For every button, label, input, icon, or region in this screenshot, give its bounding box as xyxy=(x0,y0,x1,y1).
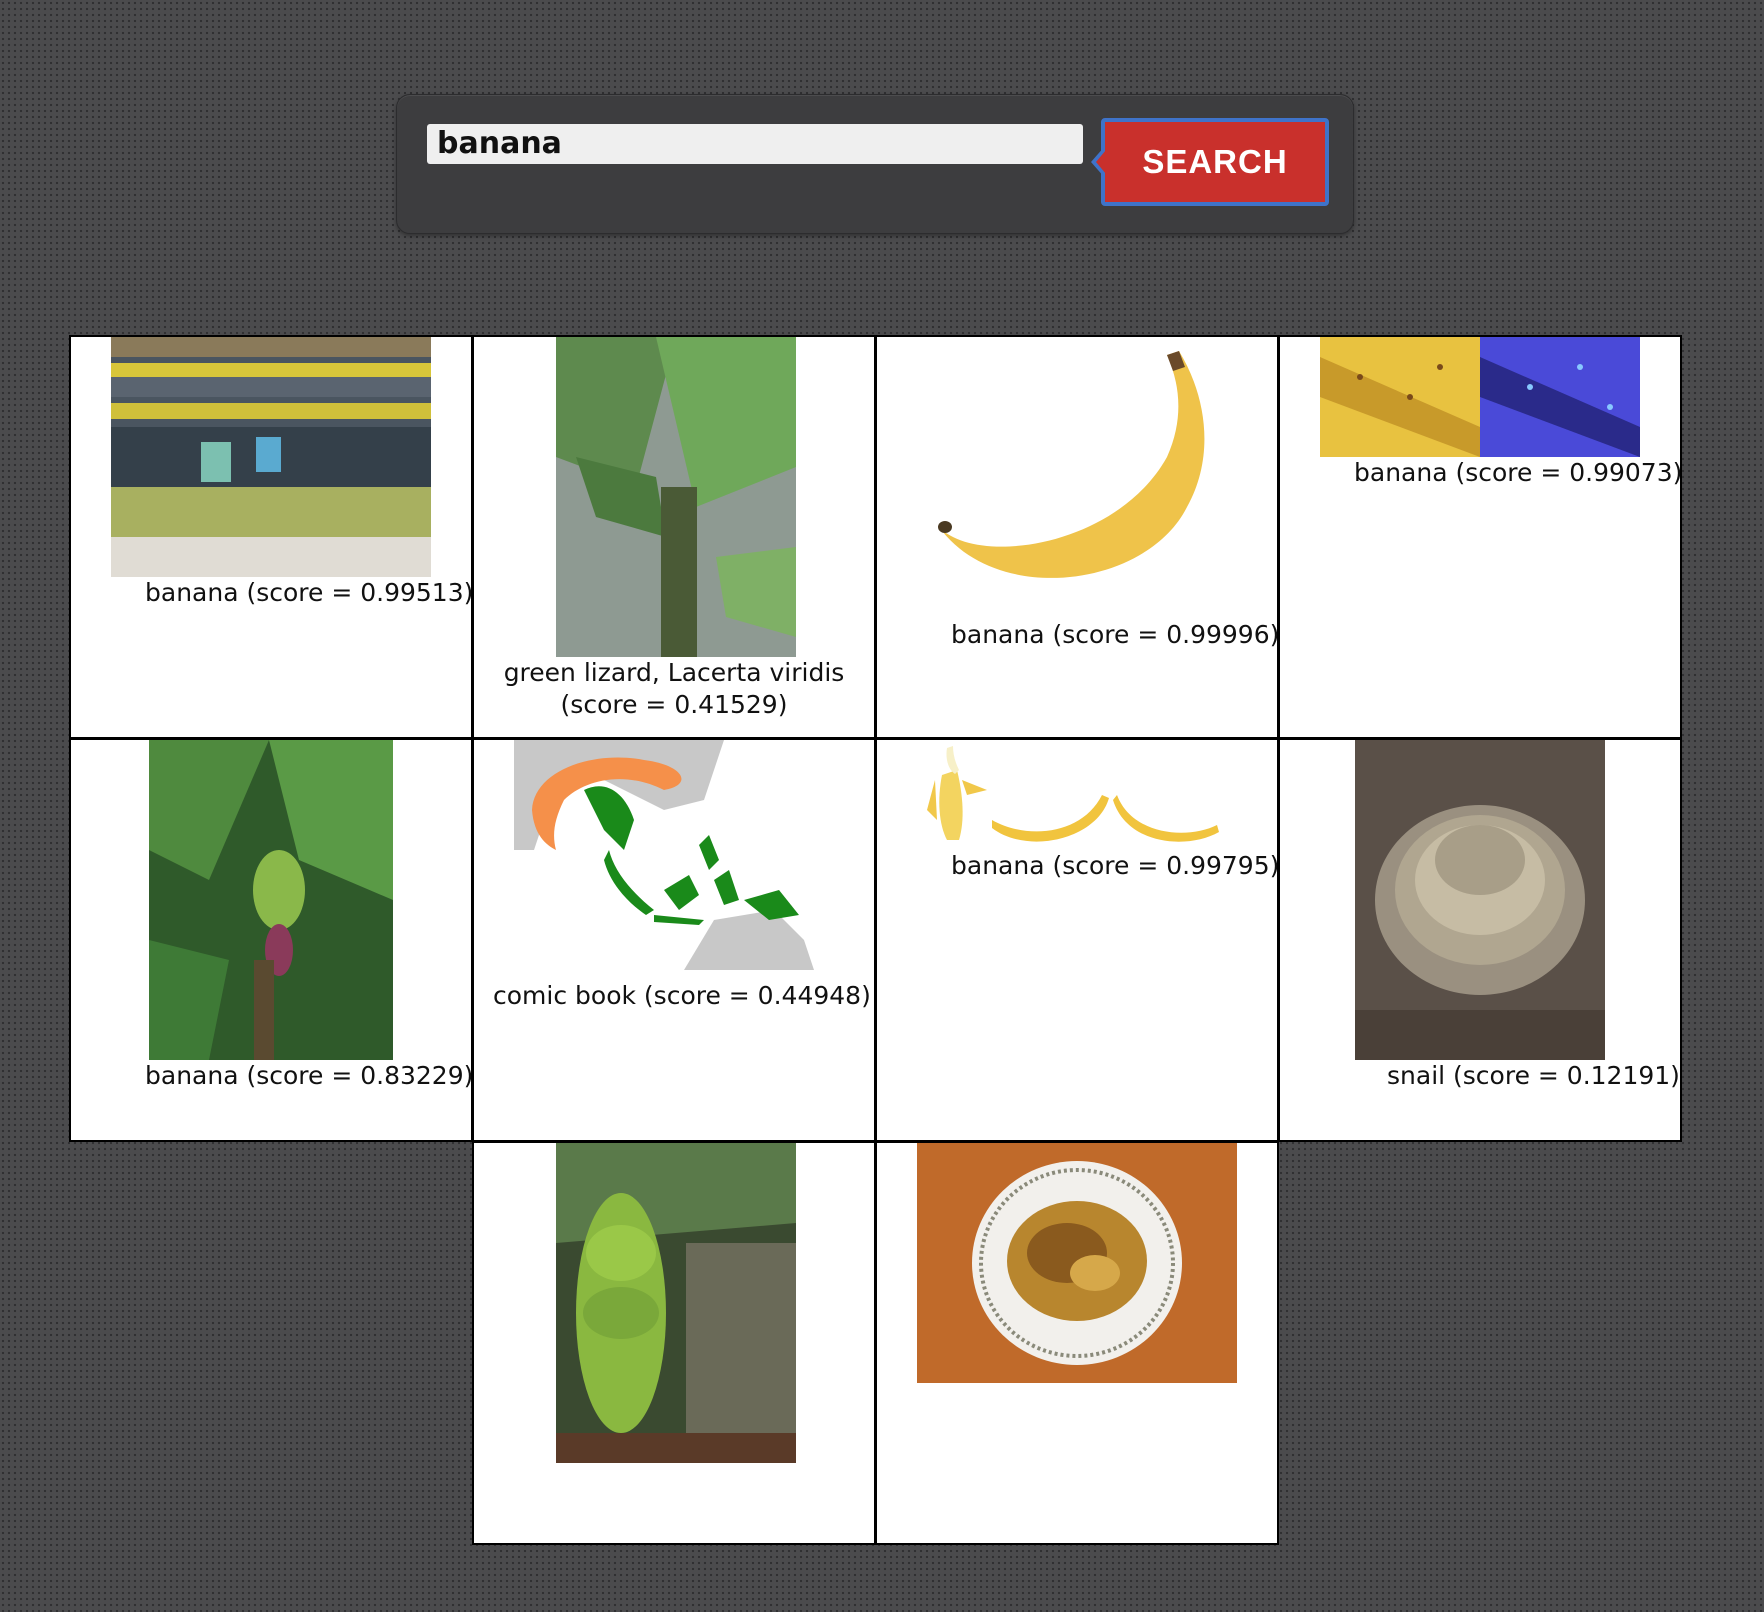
result-card[interactable]: banana (score = 0.99073) xyxy=(1278,335,1682,739)
result-card[interactable]: banana (score = 0.99795) xyxy=(875,738,1279,1142)
result-image-rock xyxy=(1355,740,1605,1060)
result-image-market-stall xyxy=(111,337,431,577)
result-card[interactable] xyxy=(472,1141,876,1545)
result-image-plate-of-food xyxy=(917,1143,1237,1383)
result-image-banana-uv xyxy=(1320,337,1640,457)
result-card[interactable]: snail (score = 0.12191) xyxy=(1278,738,1682,1142)
result-caption: banana (score = 0.83229) xyxy=(145,1061,473,1090)
search-input[interactable] xyxy=(427,124,1083,164)
result-card[interactable]: banana (score = 0.83229) xyxy=(69,738,473,1142)
result-caption-line2: (score = 0.41529) xyxy=(560,690,788,719)
result-card[interactable] xyxy=(875,1141,1279,1545)
result-image-banana-plant xyxy=(556,337,796,657)
result-card[interactable]: banana (score = 0.99996) xyxy=(875,335,1279,739)
result-caption: banana (score = 0.99996) xyxy=(951,620,1279,649)
result-card[interactable]: banana (score = 0.99513) xyxy=(69,335,473,739)
result-caption: banana (score = 0.99073) xyxy=(1354,458,1682,487)
result-card[interactable]: comic book (score = 0.44948) xyxy=(472,738,876,1142)
result-image-range-map xyxy=(514,740,834,970)
result-caption: banana (score = 0.99795) xyxy=(951,851,1279,880)
result-card[interactable]: green lizard, Lacerta viridis (score = 0… xyxy=(472,335,876,739)
result-image-banana-plantation xyxy=(556,1143,796,1463)
result-image-peeled-bananas xyxy=(917,740,1237,850)
result-caption-line1: green lizard, Lacerta viridis xyxy=(503,658,845,687)
result-image-banana-tree xyxy=(149,740,393,1060)
result-image-single-banana xyxy=(917,337,1237,617)
result-caption: snail (score = 0.12191) xyxy=(1387,1061,1680,1090)
search-button[interactable]: SEARCH xyxy=(1091,118,1329,206)
result-caption: banana (score = 0.99513) xyxy=(145,578,473,607)
result-caption: comic book (score = 0.44948) xyxy=(493,981,871,1010)
search-panel: SEARCH xyxy=(396,94,1354,234)
